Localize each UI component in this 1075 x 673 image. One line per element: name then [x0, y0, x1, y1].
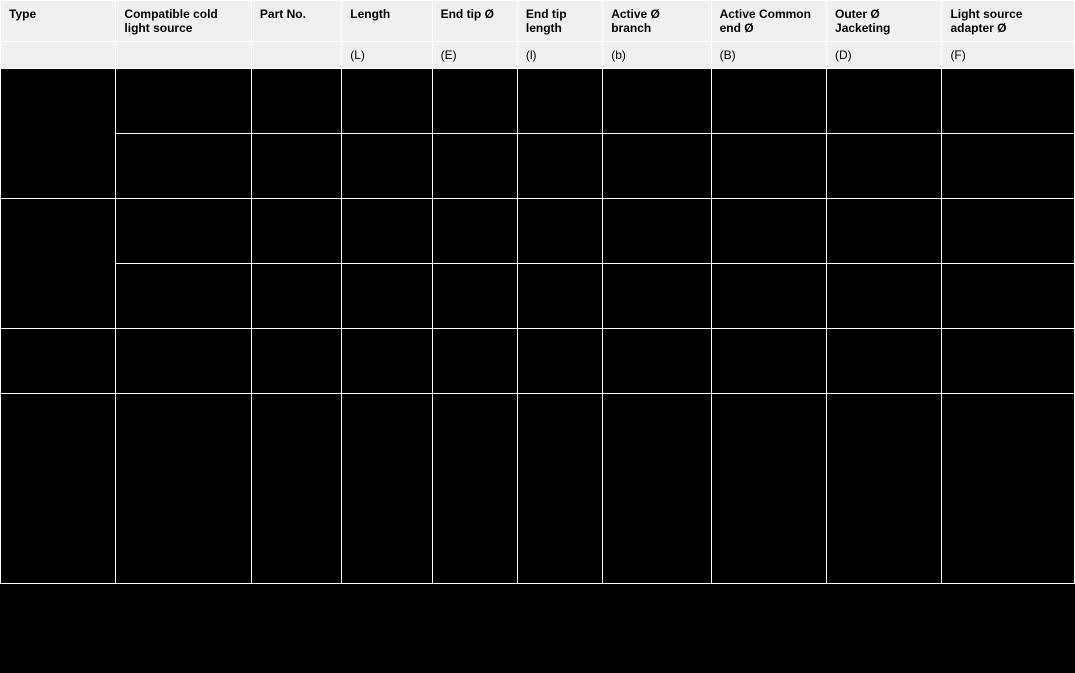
table-row — [1, 199, 1075, 264]
cell-endtip — [432, 329, 517, 394]
col-header-active-common: Active Common end Ø — [711, 1, 826, 42]
col-header-part: Part No. — [251, 1, 341, 42]
cell-active-branch — [603, 394, 711, 584]
col-sub-part — [251, 42, 341, 69]
cell-endtip — [432, 199, 517, 264]
col-sub-active-branch: (b) — [603, 42, 711, 69]
cell-type — [1, 394, 116, 584]
cell-active-common — [711, 264, 826, 329]
cell-compat — [116, 264, 252, 329]
cell-lightsource — [942, 394, 1075, 584]
table-row — [1, 264, 1075, 329]
cell-outer — [827, 134, 942, 199]
data-table: Type Compatible cold light source Part N… — [0, 0, 1075, 584]
cell-length — [342, 69, 432, 134]
cell-outer — [827, 69, 942, 134]
cell-compat — [116, 69, 252, 134]
cell-outer — [827, 199, 942, 264]
cell-type — [1, 199, 116, 329]
col-header-endtiplen: End tip length — [517, 1, 602, 42]
cell-outer — [827, 329, 942, 394]
cell-active-common — [711, 329, 826, 394]
cell-length — [342, 394, 432, 584]
col-sub-active-common: (B) — [711, 42, 826, 69]
cell-outer — [827, 394, 942, 584]
cell-part — [251, 69, 341, 134]
cell-endtip — [432, 264, 517, 329]
cell-endtiplen — [517, 264, 602, 329]
cell-active-branch — [603, 264, 711, 329]
cell-active-branch — [603, 199, 711, 264]
col-sub-lightsource: (F) — [942, 42, 1075, 69]
cell-endtiplen — [517, 394, 602, 584]
cell-active-common — [711, 199, 826, 264]
header-row-main: Type Compatible cold light source Part N… — [1, 1, 1075, 42]
cell-active-branch — [603, 134, 711, 199]
col-sub-compat — [116, 42, 252, 69]
cell-length — [342, 264, 432, 329]
cell-part — [251, 199, 341, 264]
cell-endtip — [432, 394, 517, 584]
cell-compat — [116, 329, 252, 394]
cell-active-common — [711, 69, 826, 134]
col-header-lightsource: Light source adapter Ø — [942, 1, 1075, 42]
col-header-endtip: End tip Ø — [432, 1, 517, 42]
col-header-type: Type — [1, 1, 116, 42]
cell-type — [1, 329, 116, 394]
cell-compat — [116, 199, 252, 264]
cell-endtiplen — [517, 329, 602, 394]
main-table-container: Type Compatible cold light source Part N… — [0, 0, 1075, 584]
cell-lightsource — [942, 69, 1075, 134]
cell-part — [251, 134, 341, 199]
cell-lightsource — [942, 134, 1075, 199]
cell-part — [251, 329, 341, 394]
col-header-compat: Compatible cold light source — [116, 1, 252, 42]
table-row — [1, 134, 1075, 199]
cell-length — [342, 329, 432, 394]
col-header-outer: Outer Ø Jacketing — [827, 1, 942, 42]
cell-endtip — [432, 69, 517, 134]
col-sub-type — [1, 42, 116, 69]
cell-endtiplen — [517, 199, 602, 264]
table-row — [1, 394, 1075, 584]
cell-endtiplen — [517, 134, 602, 199]
cell-lightsource — [942, 199, 1075, 264]
cell-compat — [116, 394, 252, 584]
col-sub-endtip: (E) — [432, 42, 517, 69]
cell-type — [1, 69, 116, 199]
table-row — [1, 69, 1075, 134]
col-sub-endtiplen: (l) — [517, 42, 602, 69]
col-sub-outer: (D) — [827, 42, 942, 69]
cell-endtiplen — [517, 69, 602, 134]
col-header-length: Length — [342, 1, 432, 42]
col-header-active-branch: Active Ø branch — [603, 1, 711, 42]
cell-active-common — [711, 394, 826, 584]
header-row-sub: (L) (E) (l) (b) (B) (D) (F) — [1, 42, 1075, 69]
cell-length — [342, 199, 432, 264]
cell-outer — [827, 264, 942, 329]
cell-endtip — [432, 134, 517, 199]
cell-compat — [116, 134, 252, 199]
cell-length — [342, 134, 432, 199]
cell-active-branch — [603, 329, 711, 394]
col-sub-length: (L) — [342, 42, 432, 69]
table-row — [1, 329, 1075, 394]
cell-active-branch — [603, 69, 711, 134]
cell-active-common — [711, 134, 826, 199]
cell-lightsource — [942, 264, 1075, 329]
cell-part — [251, 264, 341, 329]
cell-lightsource — [942, 329, 1075, 394]
cell-part — [251, 394, 341, 584]
